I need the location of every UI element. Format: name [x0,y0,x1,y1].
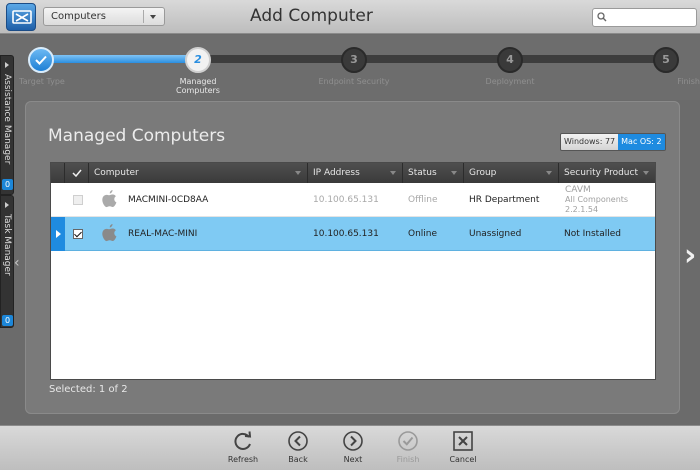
search-input[interactable] [609,10,693,25]
assistance-manager-count: 0 [2,179,13,190]
assistance-manager-label: Assistance Manager [2,74,12,165]
step-4-label: Deployment [485,77,535,86]
mac-filter-button[interactable]: Mac OS: 2 [618,134,665,150]
selection-status: Selected: 1 of 2 [49,384,128,395]
group-name: Unassigned [469,229,522,239]
windows-filter-button[interactable]: Windows: 77 [561,134,619,150]
select-all-header[interactable] [65,163,89,183]
column-header-security-product[interactable]: Security Product [559,163,655,183]
step-1-circle[interactable] [28,47,54,73]
column-header-status[interactable]: Status [403,163,464,183]
assistance-manager-tab[interactable]: Assistance Manager 0 [0,55,14,195]
refresh-button[interactable]: Refresh [218,430,268,464]
step-4-circle[interactable]: 4 [497,47,523,73]
column-header-ip[interactable]: IP Address [308,163,403,183]
security-product-components: All Components [565,195,629,204]
view-selector-value: Computers [51,11,106,22]
previous-page-arrow-icon[interactable]: ‹ [14,255,20,271]
checkmark-icon [72,169,82,178]
view-selector-dropdown[interactable]: Computers [43,7,165,26]
cancel-label: Cancel [449,455,477,464]
refresh-label: Refresh [227,455,259,464]
step-3-circle[interactable]: 3 [341,47,367,73]
expand-arrow-icon [5,62,9,68]
group-name: HR Department [469,195,540,205]
step-5-circle[interactable]: 5 [653,47,679,73]
security-product: Not Installed [564,229,621,239]
table-header: Computer IP Address Status Group Securit… [51,163,655,183]
app-logo-icon[interactable] [6,3,36,31]
dropdown-separator [143,10,144,23]
security-product-name: CAVM [565,185,591,195]
task-manager-label: Task Manager [2,214,12,276]
wizard-progress-fill [40,55,198,63]
ip-address: 10.100.65.131 [313,195,379,205]
row-marker-header [51,163,65,183]
filter-icon[interactable] [295,171,301,175]
column-header-computer[interactable]: Computer [89,163,308,183]
finish-button[interactable]: Finish [383,430,433,464]
chevron-down-icon [150,15,156,19]
computers-table: Computer IP Address Status Group Securit… [50,162,656,380]
step-5-label: Finish [677,77,700,86]
finish-label: Finish [396,455,420,464]
security-product-version: 2.2.1.54 [565,205,599,214]
cancel-icon [453,431,473,451]
table-row[interactable]: REAL-MAC-MINI 10.100.65.131 Online Unass… [51,217,655,251]
filter-icon[interactable] [643,171,649,175]
column-header-label: Status [408,168,437,178]
step-2-label: Managed Computers [176,77,220,95]
column-header-label: Computer [94,168,139,178]
step-3-label: Endpoint Security [318,77,390,86]
task-manager-tab[interactable]: Task Manager 0 [0,195,14,328]
back-button[interactable]: Back [273,430,323,464]
wizard-steps: Target Type 2 Managed Computers 3 Endpoi… [0,35,700,100]
filter-icon[interactable] [390,171,396,175]
os-filter-toggle: Windows: 77 Mac OS: 2 [560,133,666,151]
column-header-label: Security Product [564,168,638,178]
search-box[interactable] [592,8,697,27]
status-text: Online [408,229,438,239]
ip-address: 10.100.65.131 [313,229,379,239]
step-2-circle[interactable]: 2 [185,47,211,73]
expand-arrow-icon [5,202,9,208]
cancel-button[interactable]: Cancel [438,430,488,464]
top-bar: Computers Add Computer [0,0,700,34]
finish-check-icon [398,431,418,451]
back-label: Back [288,455,308,464]
status-text: Offline [408,195,438,205]
row-marker-arrow-icon [51,217,65,251]
search-icon [597,12,607,22]
security-product: CAVM All Components 2.2.1.54 [565,185,628,215]
page-title: Add Computer [250,6,373,26]
next-page-arrow-icon[interactable]: › [684,238,696,273]
column-header-label: IP Address [313,168,360,178]
bottom-toolbar: Refresh Back Next Finish Cancel [0,425,700,470]
next-arrow-icon [343,431,363,451]
column-header-label: Group [469,168,497,178]
computer-name: REAL-MAC-MINI [128,229,198,239]
panel-title: Managed Computers [48,126,226,146]
filter-icon[interactable] [451,171,457,175]
next-label: Next [343,455,363,464]
row-checkbox[interactable] [73,229,83,239]
apple-icon [102,224,117,242]
back-arrow-icon [288,431,308,451]
refresh-icon [234,431,252,450]
checkmark-icon [35,55,47,65]
apple-icon [102,190,117,208]
row-checkbox[interactable] [73,195,83,205]
next-button[interactable]: Next [328,430,378,464]
task-manager-count: 0 [2,315,13,326]
filter-icon[interactable] [546,171,552,175]
table-row[interactable]: MACMINI-0CD8AA 10.100.65.131 Offline HR … [51,183,655,217]
computer-name: MACMINI-0CD8AA [128,195,209,205]
column-header-group[interactable]: Group [464,163,559,183]
